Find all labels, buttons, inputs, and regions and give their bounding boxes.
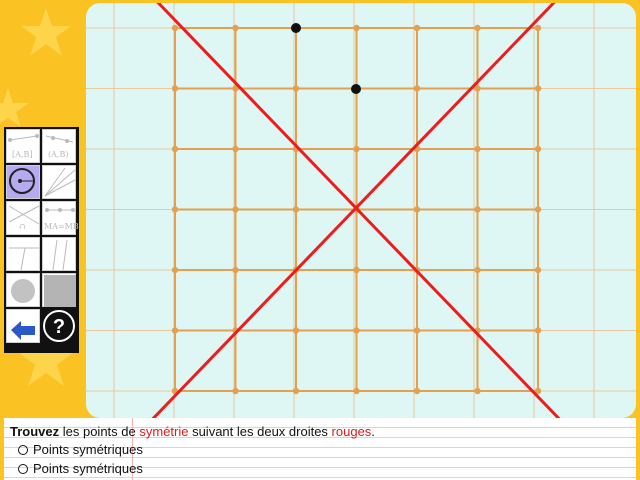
svg-text:?: ? [53, 316, 65, 338]
instruction-part1: les points de [59, 424, 140, 439]
instruction-text: Trouvez les points de symétrie suivant l… [10, 424, 375, 439]
grid-node[interactable] [534, 24, 542, 32]
segment-tool-label: [A,B] [12, 150, 33, 159]
grid-node[interactable] [474, 266, 481, 274]
grid-node[interactable] [292, 85, 300, 92]
grid-node[interactable] [232, 387, 239, 395]
instruction-panel: Trouvez les points de symétrie suivant l… [4, 418, 636, 480]
grid-node[interactable] [413, 24, 421, 32]
option-label: Points symétriques [33, 461, 143, 476]
compass-circle-icon [9, 168, 35, 194]
grid-node[interactable] [534, 85, 542, 92]
grid-node[interactable] [474, 387, 481, 395]
arc-tool[interactable]: (A,B) [42, 129, 76, 163]
grid-node[interactable] [353, 266, 360, 274]
given-point-2[interactable] [351, 84, 361, 94]
arc-tool-label: (A,B) [48, 150, 69, 159]
grid-node[interactable] [534, 206, 542, 213]
grid-node[interactable] [353, 24, 360, 32]
grid-node[interactable] [171, 85, 179, 92]
help-icon: ? [43, 310, 75, 342]
compass-tool[interactable] [6, 165, 40, 199]
segment-tool[interactable]: [A,B] [6, 129, 40, 163]
grid-node[interactable] [474, 145, 481, 153]
grid-node[interactable] [171, 206, 179, 213]
instruction-highlight-red: rouges [331, 424, 372, 439]
grid-node[interactable] [171, 24, 179, 32]
instruction-end: . [371, 424, 375, 439]
intersection-tool-label: ∩ [19, 222, 26, 231]
eraser-square-icon [44, 275, 76, 307]
instruction-part2: suivant les deux droites [188, 424, 332, 439]
drawing-canvas[interactable] [86, 3, 636, 418]
instruction-highlight-symmetry: symétrie [139, 424, 189, 439]
grid-node[interactable] [474, 24, 481, 32]
midpoint-tool[interactable]: MA=MB [42, 201, 79, 235]
grid-node[interactable] [292, 387, 300, 395]
progress-counter: 0/6 [20, 309, 32, 318]
radio-button[interactable] [18, 463, 28, 474]
grid-node[interactable] [232, 206, 239, 213]
grid-node[interactable] [171, 266, 179, 274]
parallel-icon [52, 239, 68, 271]
grid-node[interactable] [292, 206, 300, 213]
grid-node[interactable] [232, 24, 239, 32]
grid-node[interactable] [413, 327, 421, 334]
help-button[interactable]: ? [42, 309, 76, 343]
grid-node[interactable] [413, 206, 421, 213]
grid-node[interactable] [534, 145, 542, 153]
ray-lines-icon [44, 167, 76, 197]
grid-node[interactable] [534, 327, 542, 334]
grid-node[interactable] [474, 206, 481, 213]
grid-node[interactable] [413, 387, 421, 395]
point-icon [11, 279, 35, 303]
grid-node[interactable] [534, 266, 542, 274]
grid-node[interactable] [353, 145, 360, 153]
option-symmetric-points-2[interactable]: Points symétriques [18, 461, 143, 476]
grid-node[interactable] [232, 266, 239, 274]
ray-lines-tool[interactable] [42, 165, 76, 199]
perpendicular-icon [9, 247, 39, 271]
grid-node[interactable] [353, 327, 360, 334]
grid-node[interactable] [171, 327, 179, 334]
intersection-tool[interactable]: ∩ [6, 201, 40, 235]
parallel-tool[interactable] [42, 237, 76, 271]
midpoint-tool-label: MA=MB [44, 222, 79, 231]
grid-node[interactable] [292, 327, 300, 334]
grid-node[interactable] [171, 145, 179, 153]
grid-node[interactable] [232, 145, 239, 153]
tool-palette: [A,B] (A,B) ∩ MA=MB 0/6 ? [4, 127, 79, 353]
perpendicular-tool[interactable] [6, 237, 40, 271]
instruction-verb: Trouvez [10, 424, 60, 439]
radio-button[interactable] [18, 444, 28, 455]
grid-node[interactable] [413, 85, 421, 92]
option-symmetric-points-1[interactable]: Points symétriques [18, 442, 143, 457]
option-label: Points symétriques [33, 442, 143, 457]
point-tool[interactable] [6, 273, 40, 307]
eraser-tool[interactable] [42, 273, 76, 307]
grid-node[interactable] [353, 387, 360, 395]
given-point-1[interactable] [291, 23, 301, 33]
